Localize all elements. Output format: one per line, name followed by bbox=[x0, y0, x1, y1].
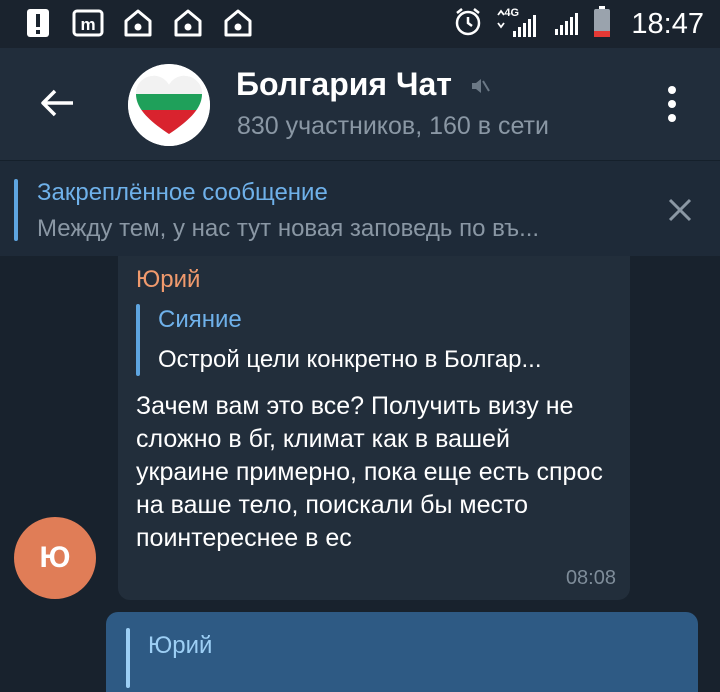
reply-text: Острой цели конкретно в Болгар... bbox=[158, 346, 542, 373]
m-app-icon: m bbox=[72, 7, 104, 39]
chat-title[interactable]: Болгария Чат bbox=[236, 66, 491, 105]
sender-avatar[interactable]: Ю bbox=[14, 517, 96, 599]
bulgaria-flag-heart-icon bbox=[128, 64, 210, 146]
dot-icon bbox=[668, 86, 676, 94]
home-icon bbox=[122, 7, 154, 39]
message-text: Зачем вам это все? Получить визу не слож… bbox=[136, 392, 603, 552]
chat-avatar[interactable] bbox=[128, 64, 210, 146]
close-icon bbox=[668, 198, 692, 222]
chat-title-text: Болгария Чат bbox=[236, 66, 452, 102]
chat-members-status: 830 участников, 160 в сети bbox=[237, 112, 549, 140]
reply-accent-bar bbox=[126, 628, 130, 688]
reply-quote[interactable]: Сияние Острой цели конкретно в Болгар... bbox=[136, 304, 616, 376]
dot-icon bbox=[668, 114, 676, 122]
reply-author: Юрий bbox=[148, 632, 213, 659]
notification-icons: m bbox=[22, 7, 254, 39]
back-arrow-icon bbox=[41, 89, 73, 117]
battery-icon bbox=[593, 5, 611, 43]
chat-header: Болгария Чат 830 участников, 160 в сети bbox=[0, 48, 720, 160]
more-options-button[interactable] bbox=[656, 76, 688, 132]
alert-icon bbox=[22, 7, 54, 39]
signal-4g-icon: 4G bbox=[495, 7, 539, 39]
home-icon bbox=[222, 7, 254, 39]
pinned-title: Закреплённое сообщение bbox=[37, 179, 328, 206]
pinned-accent-bar bbox=[14, 179, 18, 241]
alarm-icon bbox=[453, 7, 483, 42]
outgoing-message-bubble[interactable]: Юрий bbox=[106, 612, 698, 692]
close-pinned-button[interactable] bbox=[658, 188, 702, 237]
system-icons: 4G 18:47 bbox=[453, 0, 704, 48]
signal-icon bbox=[551, 7, 581, 42]
message-bubble[interactable]: Юрий Сияние Острой цели конкретно в Болг… bbox=[118, 256, 630, 600]
status-bar: m 4G 18:47 bbox=[0, 0, 720, 48]
pinned-text: Между тем, у нас тут новая заповедь по в… bbox=[37, 215, 540, 242]
reply-author: Сияние bbox=[158, 306, 242, 333]
reply-accent-bar bbox=[136, 304, 140, 376]
sender-name[interactable]: Юрий bbox=[136, 266, 200, 294]
message-time: 08:08 bbox=[565, 567, 616, 589]
muted-icon bbox=[469, 68, 491, 105]
back-button[interactable] bbox=[32, 78, 82, 128]
pinned-message-bar[interactable]: Закреплённое сообщение Между тем, у нас … bbox=[0, 160, 720, 256]
svg-text:m: m bbox=[80, 15, 95, 34]
clock: 18:47 bbox=[631, 7, 704, 40]
dot-icon bbox=[668, 100, 676, 108]
home-icon bbox=[172, 7, 204, 39]
